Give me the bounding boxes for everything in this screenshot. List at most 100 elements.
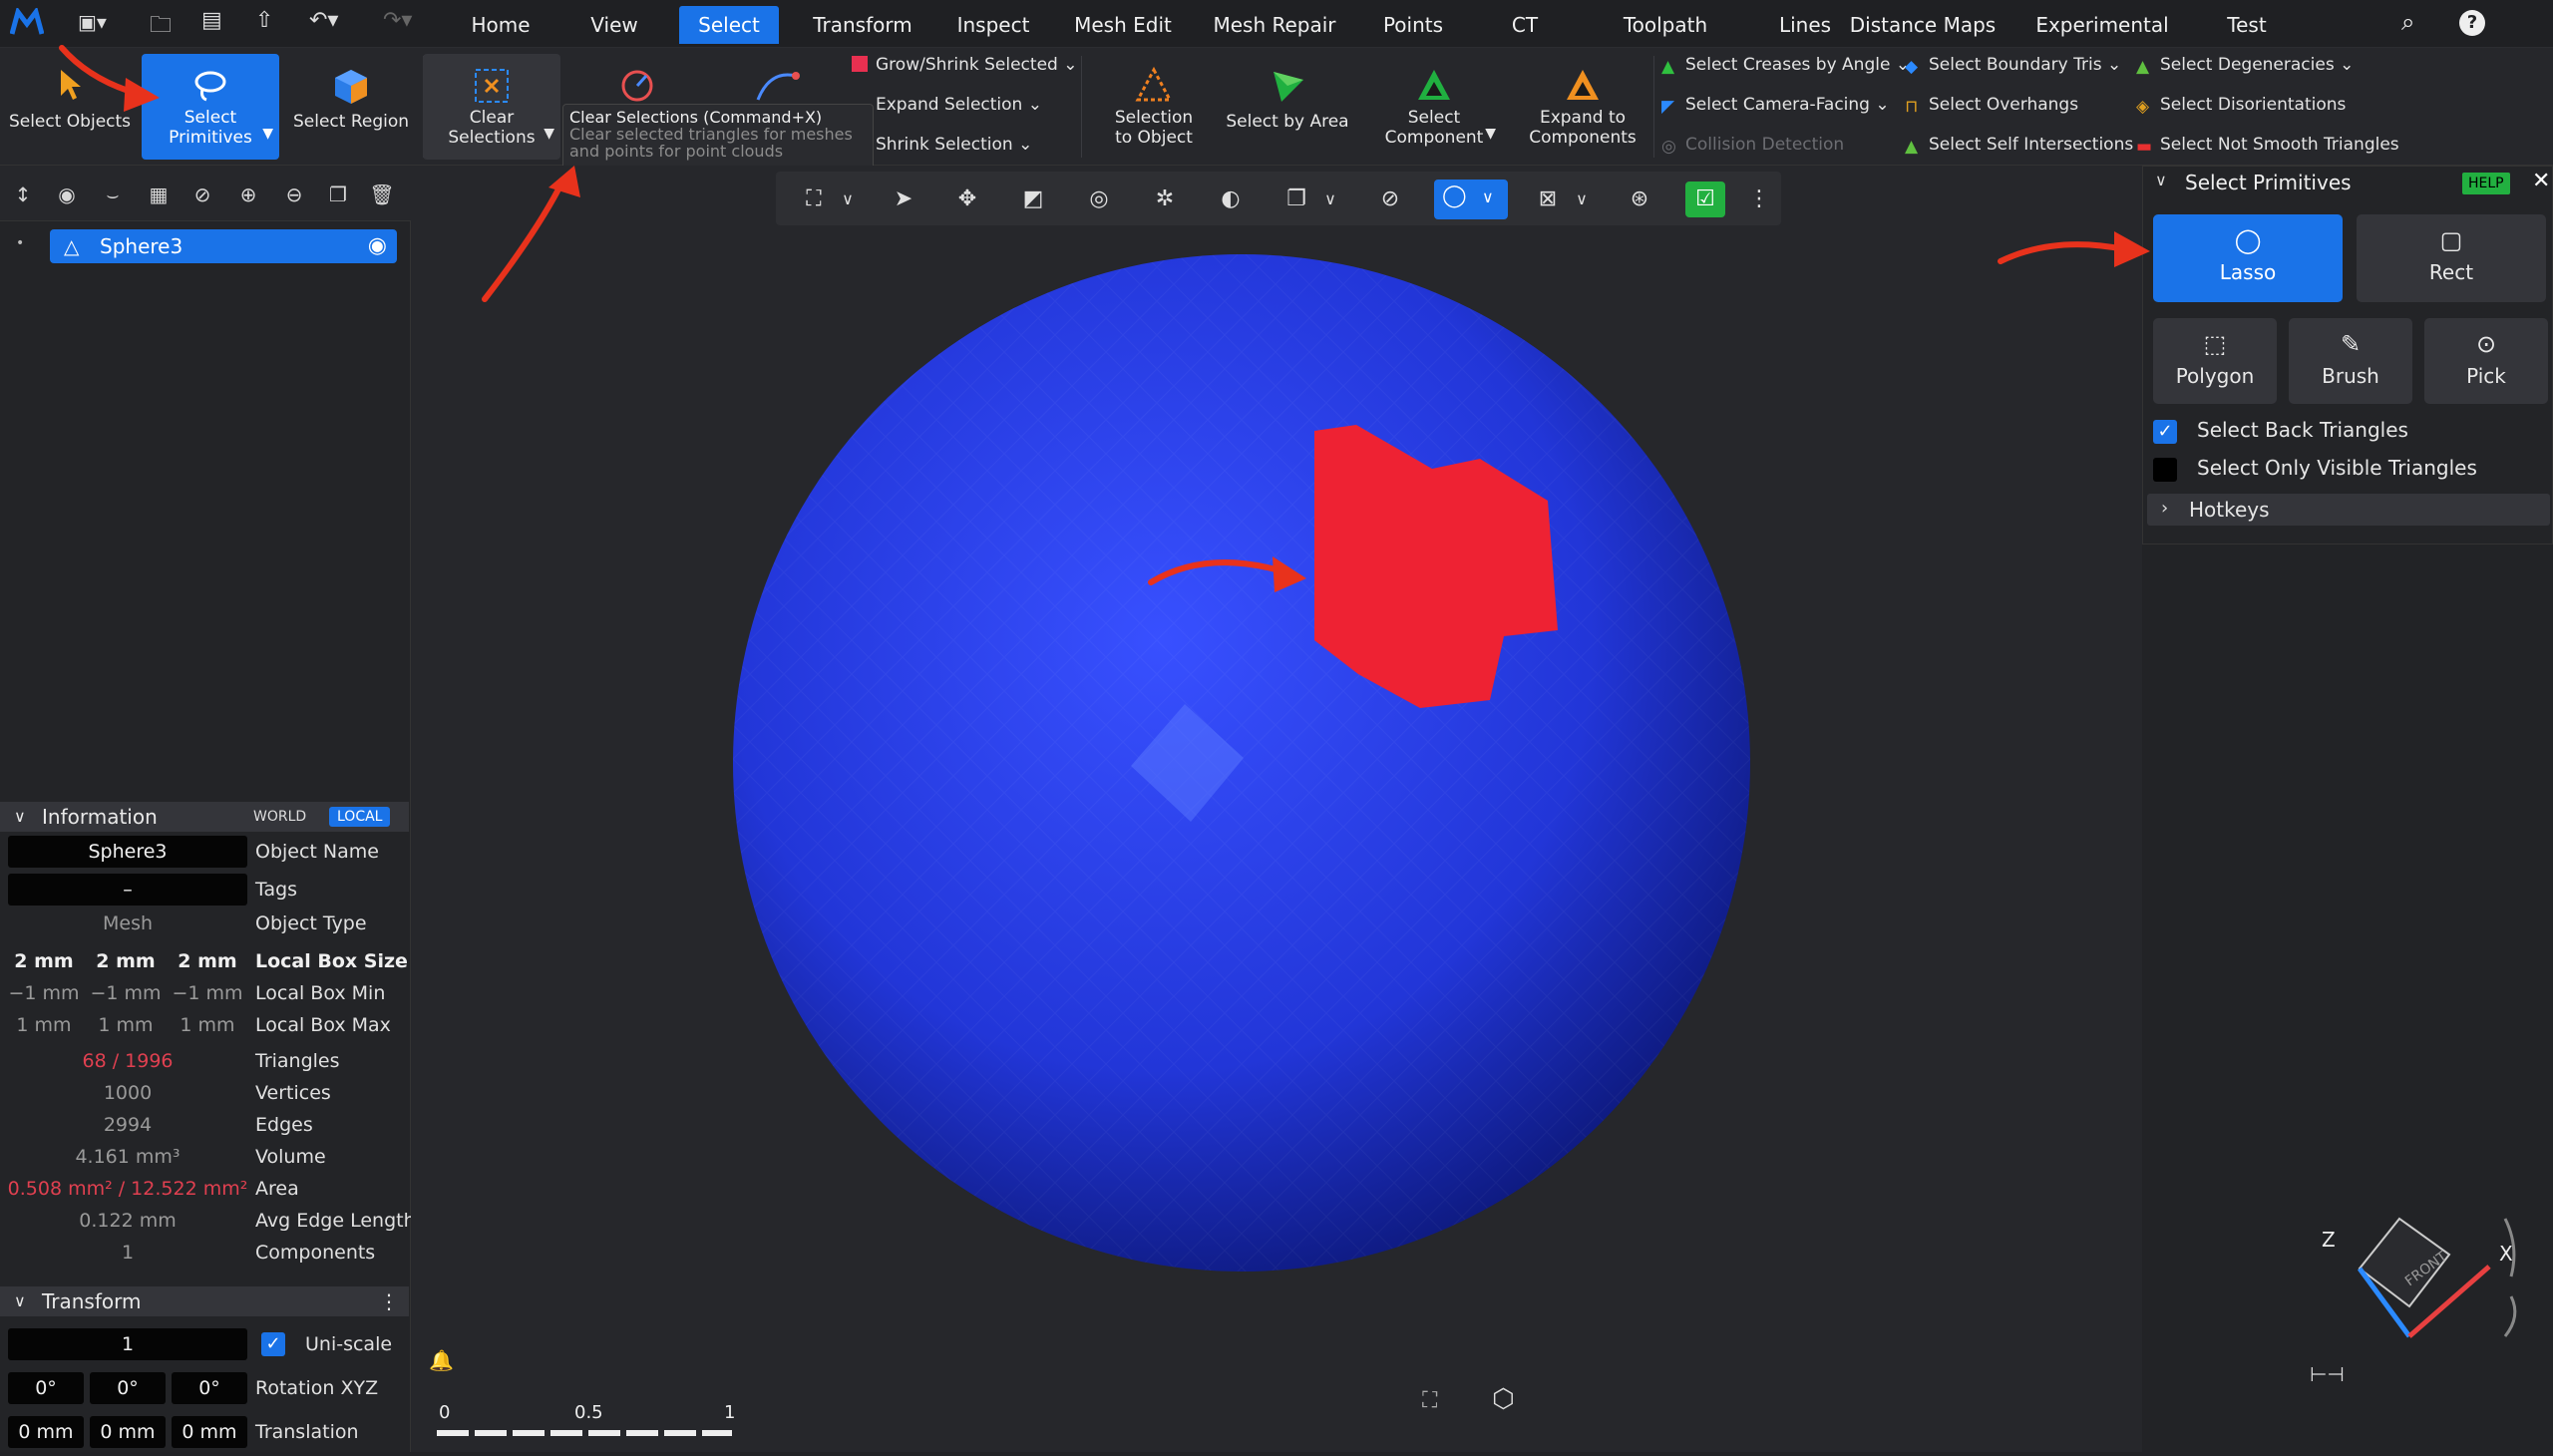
translation-z-field[interactable]: 0 mm xyxy=(172,1416,247,1448)
select-not-smooth-item[interactable]: ▬ Select Not Smooth Triangles xyxy=(2136,132,2399,158)
duplicate-icon[interactable]: ❐ xyxy=(325,182,351,207)
more-vertical-icon[interactable]: ⋮ xyxy=(379,1286,399,1316)
move-up-icon[interactable]: ⊕ xyxy=(235,182,261,207)
tab-inspect[interactable]: Inspect xyxy=(947,6,1039,44)
shrink-selection-item[interactable]: Shrink Selection ⌄ xyxy=(876,132,1032,158)
chevron-down-icon[interactable]: ⌄ xyxy=(2107,55,2121,75)
more-vertical-icon[interactable]: ⋮ xyxy=(1743,183,1775,215)
chevron-down-icon[interactable]: ▼ xyxy=(544,124,554,144)
select-overhangs-item[interactable]: ⊓ Select Overhangs xyxy=(1905,92,2078,118)
collision-detection-item[interactable]: ◎ Collision Detection xyxy=(1661,132,1844,158)
eye-closed-icon[interactable]: ⌣ xyxy=(100,182,126,207)
shapes-icon[interactable]: ◐ xyxy=(1215,183,1247,215)
chevron-down-icon[interactable]: ∨ xyxy=(832,183,864,215)
move-down-icon[interactable]: ⊖ xyxy=(281,182,307,207)
chevron-down-icon[interactable]: ∨ xyxy=(1566,183,1598,215)
back-triangles-checkbox[interactable]: ✓ xyxy=(2153,420,2177,444)
expand-to-components-button[interactable]: Expand to Components xyxy=(1516,54,1649,160)
chevron-down-icon[interactable]: ⌄ xyxy=(1018,135,1032,155)
tags-field[interactable]: – xyxy=(8,874,247,906)
chevron-down-icon[interactable]: ⌄ xyxy=(1063,55,1077,75)
select-disorientations-item[interactable]: ◈ Select Disorientations xyxy=(2136,92,2346,118)
move-icon[interactable]: ✥ xyxy=(951,183,983,215)
trash-icon[interactable]: 🗑 xyxy=(369,182,395,207)
select-degeneracies-item[interactable]: ▲ Select Degeneracies ⌄ xyxy=(2136,52,2354,78)
chevron-down-icon[interactable]: ⌄ xyxy=(1875,95,1889,115)
open-folder-icon[interactable]: 🗀 xyxy=(150,8,178,38)
chevron-down-icon[interactable]: ▼ xyxy=(262,124,273,144)
tab-test[interactable]: Test xyxy=(2218,6,2276,44)
pointer-icon[interactable]: ➤ xyxy=(888,183,919,215)
tab-experimental[interactable]: Experimental xyxy=(2030,6,2174,44)
orientation-gizmo[interactable]: FRONT Z X xyxy=(2316,1197,2525,1356)
ruler-tool-icon[interactable]: ⊢⊣ xyxy=(2310,1362,2350,1386)
tab-home[interactable]: Home xyxy=(459,6,543,44)
select-self-intersections-item[interactable]: ▲ Select Self Intersections xyxy=(1905,132,2133,158)
visibility-eye-icon[interactable]: ◉ xyxy=(368,229,387,263)
rotate-view-icon[interactable]: ◎ xyxy=(1083,183,1115,215)
clear-selections-button[interactable]: Clear Selections ▼ xyxy=(423,54,560,160)
select-all-icon[interactable]: ▦ xyxy=(146,182,172,207)
edit-shape-icon[interactable]: ◩ xyxy=(1017,183,1049,215)
redo-icon[interactable]: ↷▾ xyxy=(383,8,429,36)
transform-header[interactable]: ∨ Transform ⋮ xyxy=(0,1286,409,1316)
chevron-down-icon[interactable]: ∨ xyxy=(1314,183,1346,215)
chevron-down-icon[interactable]: ▼ xyxy=(1485,124,1496,144)
object-name-field[interactable]: Sphere3 xyxy=(8,836,247,868)
help-icon[interactable]: ? xyxy=(2459,10,2485,36)
translation-y-field[interactable]: 0 mm xyxy=(90,1416,166,1448)
select-camera-facing-item[interactable]: ◤ Select Camera-Facing ⌄ xyxy=(1661,92,1890,118)
settings-ring-icon[interactable]: ⊛ xyxy=(1624,183,1655,215)
fit-selection-icon[interactable]: ⛶ xyxy=(798,183,830,215)
chevron-down-icon[interactable]: ∨ xyxy=(14,1286,26,1316)
select-region-button[interactable]: Select Region xyxy=(285,54,417,160)
search-icon[interactable]: ⌕ xyxy=(2401,8,2429,36)
tab-distance-maps[interactable]: Distance Maps xyxy=(1847,6,1999,44)
hotkeys-section[interactable]: › Hotkeys xyxy=(2147,494,2550,526)
chevron-down-icon[interactable]: ⌄ xyxy=(1028,95,1042,115)
scene-item-sphere[interactable]: △ Sphere3 ◉ xyxy=(50,229,397,263)
lasso-button[interactable]: ◯ Lasso xyxy=(2153,214,2343,302)
rotation-x-field[interactable]: 0° xyxy=(8,1372,84,1404)
view-cube-icon[interactable]: ⬡ xyxy=(1492,1384,1528,1420)
select-objects-button[interactable]: Select Objects xyxy=(4,54,136,160)
new-file-icon[interactable]: ▣▾ xyxy=(78,10,118,36)
selection-to-object-button[interactable]: Selection to Object xyxy=(1093,54,1215,160)
tab-transform[interactable]: Transform xyxy=(803,6,922,44)
information-header[interactable]: ∨ Information WORLD LOCAL xyxy=(0,802,409,832)
eye-icon[interactable]: ◉ xyxy=(54,182,80,207)
brush-button[interactable]: ✎ Brush xyxy=(2289,318,2412,404)
scale-field[interactable]: 1 xyxy=(8,1328,247,1360)
save-icon[interactable]: ▤ xyxy=(201,8,229,36)
3d-viewport[interactable]: 🔔 0 0.5 1 ⊢⊣ ⛶ ⬡ xyxy=(411,166,2345,1452)
tab-view[interactable]: View xyxy=(574,6,654,44)
local-toggle[interactable]: LOCAL xyxy=(329,807,391,827)
rotation-z-field[interactable]: 0° xyxy=(172,1372,247,1404)
pick-button[interactable]: ⊙ Pick xyxy=(2424,318,2548,404)
layers-icon[interactable]: ❐ xyxy=(1280,183,1312,215)
tab-mesh-repair[interactable]: Mesh Repair xyxy=(1205,6,1344,44)
translation-x-field[interactable]: 0 mm xyxy=(8,1416,84,1448)
select-creases-item[interactable]: ▲ Select Creases by Angle ⌄ xyxy=(1661,52,1910,78)
grow-shrink-selected-item[interactable]: Grow/Shrink Selected ⌄ xyxy=(852,52,1077,78)
chevron-down-icon[interactable]: ∨ xyxy=(14,802,26,832)
confirm-check-icon[interactable]: ☑ xyxy=(1685,182,1725,217)
select-by-normal-icon[interactable] xyxy=(610,66,664,106)
lasso-mode-button[interactable]: ◯ ∨ xyxy=(1434,180,1508,219)
app-logo[interactable] xyxy=(9,6,45,38)
help-badge[interactable]: HELP xyxy=(2462,173,2510,194)
select-by-area-button[interactable]: Select by Area xyxy=(1223,54,1352,160)
rect-button[interactable]: ▢ Rect xyxy=(2357,214,2546,302)
fit-view-icon[interactable]: ⛶ xyxy=(1422,1388,1452,1418)
expand-selection-item[interactable]: Expand Selection ⌄ xyxy=(876,92,1042,118)
world-toggle[interactable]: WORLD xyxy=(247,807,312,827)
hide-icon[interactable]: ⊘ xyxy=(1374,183,1406,215)
sphere-mesh[interactable] xyxy=(411,166,2142,1452)
box-deselect-icon[interactable]: ⊠ xyxy=(1532,183,1564,215)
chevron-down-icon[interactable]: ∨ xyxy=(1482,187,1494,206)
polygon-button[interactable]: ⬚ Polygon xyxy=(2153,318,2277,404)
undo-icon[interactable]: ↶▾ xyxy=(309,8,355,36)
uni-scale-checkbox[interactable]: ✓ xyxy=(261,1332,285,1356)
chevron-down-icon[interactable]: ∨ xyxy=(2155,171,2167,189)
tab-lines[interactable]: Lines xyxy=(1765,6,1845,44)
